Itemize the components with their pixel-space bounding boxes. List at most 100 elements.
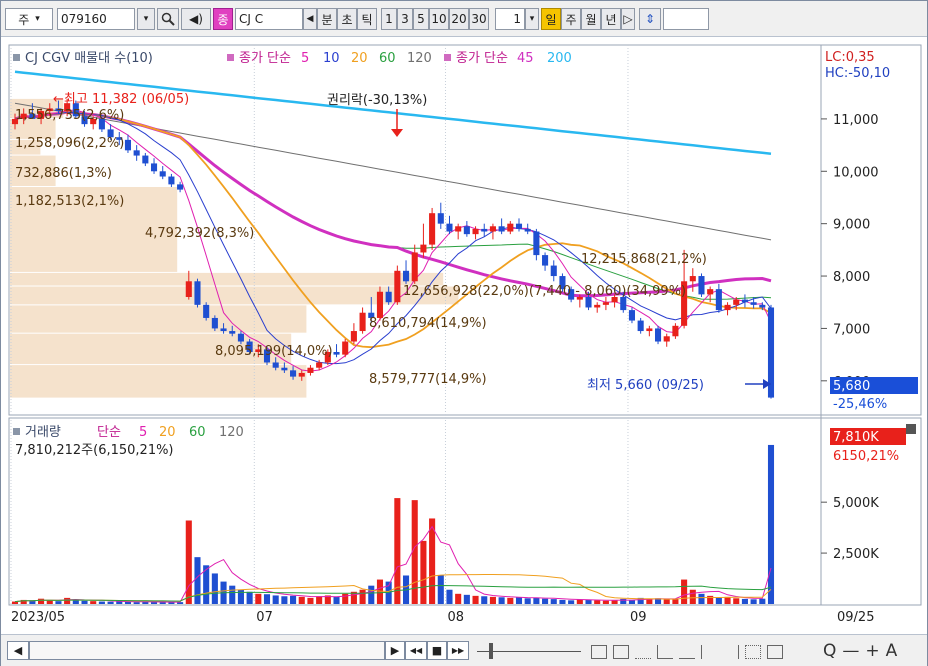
candle-body: [524, 228, 531, 232]
wave-icon[interactable]: [701, 645, 717, 659]
tab-day[interactable]: 일: [541, 8, 561, 30]
candle-body: [489, 226, 496, 232]
chevron-down-icon: ▾: [529, 14, 535, 24]
volume-bar: [524, 598, 531, 604]
interval-5[interactable]: 5: [413, 8, 429, 30]
volume-bar: [298, 596, 305, 604]
chart-svg: 1,556,735(2,6%) 1,258,096(2,2%) 732,886(1,…: [8, 44, 922, 625]
zoom-slider[interactable]: [477, 643, 581, 659]
interval-20[interactable]: 20: [449, 8, 469, 30]
tab-week[interactable]: 주: [561, 8, 581, 30]
legend-box-icon: [13, 54, 20, 61]
volume-bar: [107, 601, 114, 604]
zoom-icon[interactable]: Q: [823, 641, 836, 661]
sound-button[interactable]: ◀): [181, 8, 211, 30]
window-split-icon[interactable]: [613, 645, 629, 659]
candle-body: [394, 270, 401, 303]
current-change: -25,46%: [833, 397, 887, 412]
interval-30[interactable]: 30: [469, 8, 489, 30]
volume-bar: [733, 598, 740, 604]
candle-body: [376, 291, 384, 318]
candle-body: [150, 163, 158, 172]
volume-bar: [98, 601, 105, 604]
interval-3[interactable]: 3: [397, 8, 413, 30]
prev-button[interactable]: ◀: [303, 8, 317, 30]
tab-week-label: 주: [565, 12, 577, 27]
extra-input[interactable]: [663, 8, 709, 30]
volume-bar: [237, 589, 244, 604]
volume-bar: [272, 595, 279, 604]
erase-icon[interactable]: [745, 645, 761, 659]
candle-body: [481, 228, 488, 232]
legend-ma200: 200: [547, 51, 572, 66]
scroll-left-button[interactable]: ◀: [7, 641, 29, 660]
updown-button[interactable]: ⇕: [639, 8, 661, 30]
price-tick-label: 11,000: [833, 113, 879, 128]
slider-handle[interactable]: [489, 643, 493, 659]
volume-bar: [420, 540, 427, 604]
close-icon[interactable]: [906, 424, 916, 434]
candle-body: [194, 281, 201, 305]
rewind-button[interactable]: ◀◀: [405, 641, 427, 660]
volume-bar: [472, 595, 479, 604]
lc-label: LC:0,35: [825, 50, 875, 65]
volume-bar: [368, 585, 375, 604]
search-button[interactable]: [157, 8, 179, 30]
tab-minute[interactable]: 분: [317, 8, 337, 30]
volume-profile-label: 8,095,199(14,0%): [215, 344, 333, 359]
volume-bar: [168, 602, 175, 604]
candle-body: [533, 231, 540, 256]
stop-button[interactable]: ■: [427, 641, 447, 660]
scrollbar-track[interactable]: [29, 641, 385, 660]
volume-bar: [498, 597, 505, 604]
legend-box-icon: [444, 54, 451, 61]
pen-icon[interactable]: [723, 645, 739, 659]
candle-body: [142, 155, 149, 164]
candle-body: [741, 299, 748, 303]
tab-tick[interactable]: 틱: [357, 8, 377, 30]
legend-ma2-label: 종가 단순: [456, 51, 508, 66]
volume-profile-label: 1,258,096(2,2%): [15, 136, 124, 151]
interval-dropdown[interactable]: ▾: [525, 8, 539, 30]
window-icon[interactable]: [591, 645, 607, 659]
volume-profile-label: 732,886(1,3%): [15, 166, 112, 181]
tab-second[interactable]: 초: [337, 8, 357, 30]
rights-annotation: 권리락(-30,13%): [327, 93, 427, 108]
bottom-toolbar: ◀ ▶ ◀◀ ■ ▶▶ Q — + A: [1, 634, 927, 666]
grid-icon[interactable]: [635, 645, 651, 659]
interval-label: 3: [401, 12, 409, 26]
code-dropdown-button[interactable]: ▾: [137, 8, 155, 30]
interval-label: 30: [471, 12, 487, 26]
code-input[interactable]: 079160: [57, 8, 135, 30]
play-button[interactable]: ▶: [385, 641, 405, 660]
zoom-out-button[interactable]: —: [842, 641, 859, 661]
fibo-icon[interactable]: [679, 645, 695, 659]
stock-name-field[interactable]: CJ C: [235, 8, 303, 30]
trendline-icon[interactable]: [657, 645, 673, 659]
candle-body: [211, 317, 218, 329]
volume-bar: [263, 594, 271, 604]
font-size-button[interactable]: A: [886, 641, 898, 661]
volume-bar: [585, 599, 592, 604]
candle-body: [759, 304, 766, 308]
candle-body: [463, 226, 470, 235]
fast-forward-button[interactable]: ▶▶: [447, 641, 469, 660]
hc-label: HC:-50,10: [825, 66, 890, 81]
interval-input[interactable]: 1: [495, 8, 525, 30]
market-select[interactable]: 주 ▾: [5, 8, 53, 30]
zoom-in-button[interactable]: +: [865, 641, 879, 661]
chart-window: 주 ▾ 079160 ▾ ◀) 종 CJ C ◀ 분 초 틱 1 3 5 10 …: [0, 0, 928, 666]
save-icon[interactable]: [767, 645, 783, 659]
next-button[interactable]: ▷: [621, 8, 635, 30]
volume-bar: [515, 597, 523, 604]
price-tick-label: 7,000: [833, 322, 870, 337]
interval-label: 20: [451, 12, 467, 26]
candle-body: [550, 265, 557, 277]
tab-year[interactable]: 년: [601, 8, 621, 30]
candle-body: [654, 328, 662, 342]
volume-bar: [55, 601, 62, 604]
candle-body: [298, 372, 305, 377]
interval-1[interactable]: 1: [381, 8, 397, 30]
tab-month[interactable]: 월: [581, 8, 601, 30]
interval-10[interactable]: 10: [429, 8, 449, 30]
